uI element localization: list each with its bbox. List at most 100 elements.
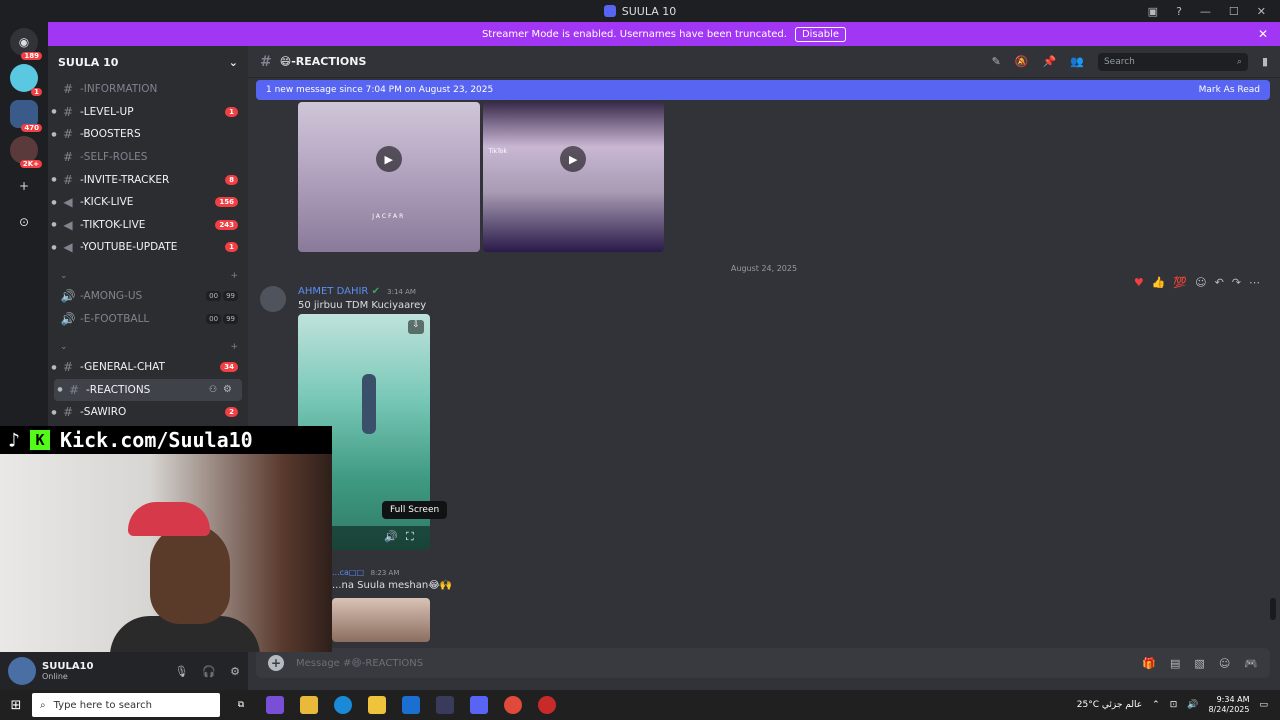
mark-as-read-button[interactable]: Mark As Read [1199, 85, 1260, 95]
category-header[interactable]: ⌄ + [48, 267, 248, 285]
maximize-button[interactable]: ☐ [1229, 5, 1239, 18]
close-window-button[interactable]: ✕ [1257, 5, 1266, 18]
search-input[interactable]: Search ⌕ [1097, 52, 1248, 71]
microphone-icon[interactable]: 🎙 [174, 665, 188, 678]
channel-item[interactable]: ● # -GENERAL-CHAT 34 [48, 356, 248, 379]
channel-item[interactable]: ● # -LEVEL-UP 1 [48, 101, 248, 124]
category-header[interactable]: ⌄ + [48, 338, 248, 356]
heart-reaction-icon[interactable]: ♥ [1134, 276, 1144, 289]
gift-icon[interactable]: 🎁 [1142, 657, 1156, 670]
notification-icon[interactable]: ▭ [1259, 700, 1268, 710]
home-button[interactable]: ◉ 189 [10, 28, 42, 60]
window-controls: ▣ ? — ☐ ✕ [1148, 0, 1280, 22]
speaker-icon: 🔊 [60, 289, 76, 304]
forward-icon[interactable]: ↷ [1232, 276, 1241, 289]
channel-item[interactable]: ● # -BOOSTERS [48, 123, 248, 146]
app-icon[interactable] [436, 696, 454, 714]
channel-item[interactable]: ● # -SAWIRO 2 [48, 401, 248, 424]
message-author[interactable]: AHMET DAHIR ✔ 3:14 AM [298, 286, 416, 297]
message-composer[interactable]: + Message #😄-REACTIONS 🎁 ▤ ▧ ☺ 🎮 [256, 648, 1270, 678]
voice-channel[interactable]: 🔊 -AMONG-US 00 99 [48, 285, 248, 308]
inbox-icon[interactable]: ▣ [1148, 5, 1158, 18]
outlook-icon[interactable] [402, 696, 420, 714]
avatar[interactable] [8, 657, 36, 685]
reaction-icon[interactable]: 💯 [1173, 276, 1187, 289]
server-icon[interactable]: 1 [10, 64, 42, 96]
gear-icon[interactable]: ⚙ [223, 384, 232, 395]
scrollbar[interactable] [1270, 598, 1276, 620]
store-icon[interactable] [368, 696, 386, 714]
copilot-icon[interactable] [266, 696, 284, 714]
add-reaction-icon[interactable]: ☺ [1195, 276, 1206, 289]
headphones-icon[interactable]: 🎧 [202, 665, 216, 678]
voice-channel[interactable]: 🔊 -E-FOOTBALL 00 99 [48, 307, 248, 330]
gif-icon[interactable]: ▤ [1170, 657, 1180, 670]
task-view-icon[interactable]: ⧉ [232, 696, 250, 714]
channel-item[interactable]: ● ◀ -KICK-LIVE 156 [48, 191, 248, 214]
settings-gear-icon[interactable]: ⚙ [230, 665, 240, 678]
weather-widget[interactable]: 25°C عالم جزئي [1077, 700, 1142, 710]
pin-icon[interactable]: 📌 [1043, 55, 1057, 68]
sticker-icon[interactable]: ▧ [1194, 657, 1204, 670]
server-icon-active[interactable]: 470 [10, 100, 42, 132]
guild-header[interactable]: SUULA 10 ⌄ [48, 46, 248, 78]
more-icon[interactable]: ⋯ [1249, 276, 1260, 289]
disable-button[interactable]: Disable [794, 26, 847, 42]
windows-start-icon[interactable]: ⊞ [0, 698, 32, 713]
avatar[interactable] [260, 286, 286, 312]
clock-date: 8/24/2025 [1208, 705, 1250, 714]
emoji-icon[interactable]: ☺ [1219, 657, 1230, 670]
author-name[interactable]: ...ca□□ [332, 568, 364, 577]
threads-icon[interactable]: ✎ [992, 55, 1001, 68]
fullscreen-icon[interactable]: ⛶ [406, 530, 414, 544]
megaphone-icon: ◀ [63, 195, 73, 210]
reply-icon[interactable]: ↶ [1215, 276, 1224, 289]
author-name[interactable]: AHMET DAHIR [298, 286, 368, 297]
upload-plus-icon[interactable]: + [268, 655, 284, 671]
hash-icon: # [62, 82, 74, 97]
network-icon[interactable]: ⊡ [1170, 700, 1178, 710]
taskbar-search-input[interactable]: ⌕ Type here to search [32, 693, 220, 717]
channel-item-active[interactable]: ● # -REACTIONS ⚇ ⚙ [54, 378, 242, 402]
discover-icon[interactable]: ⊙ [10, 208, 38, 236]
obs-icon[interactable] [538, 696, 556, 714]
minimize-button[interactable]: — [1200, 5, 1211, 18]
chevron-up-icon[interactable]: ⌃ [1152, 700, 1160, 710]
download-icon[interactable]: ⇩ [408, 320, 424, 334]
server-icon[interactable]: 2K+ [10, 136, 42, 168]
close-icon[interactable]: ✕ [1258, 27, 1268, 41]
volume-icon[interactable]: 🔊 [384, 530, 398, 543]
new-messages-bar[interactable]: 1 new message since 7:04 PM on August 23… [256, 80, 1270, 100]
channel-item[interactable]: # -SELF-ROLES [48, 146, 248, 169]
add-channel-icon[interactable]: + [230, 271, 238, 281]
video-thumbnail[interactable]: ▶ JACFAR [298, 102, 480, 252]
volume-icon[interactable]: 🔊 [1187, 700, 1198, 710]
help-icon[interactable]: ? [1176, 5, 1182, 18]
notification-bell-icon[interactable]: 🔕 [1015, 55, 1029, 68]
play-icon[interactable]: ▶ [560, 146, 587, 172]
kick-url: Kick.com/Suula10 [60, 428, 253, 452]
channel-item[interactable]: ● ◀ -YOUTUBE-UPDATE 1 [48, 236, 248, 259]
edge-icon[interactable] [334, 696, 352, 714]
apps-icon[interactable]: 🎮 [1244, 657, 1258, 670]
image-attachment[interactable] [332, 598, 430, 642]
mention-badge: 243 [215, 219, 238, 230]
thumbs-up-reaction-icon[interactable]: 👍 [1152, 276, 1166, 289]
chrome-icon[interactable] [504, 696, 522, 714]
discord-taskbar-icon[interactable] [470, 696, 488, 714]
inbox-icon[interactable]: ▮ [1262, 55, 1268, 68]
video-thumbnail[interactable]: ▶ TikTok [482, 102, 664, 252]
add-server-icon[interactable]: + [10, 172, 38, 200]
add-channel-icon[interactable]: + [230, 342, 238, 352]
channel-item[interactable]: # -INFORMATION [48, 78, 248, 101]
channel-item[interactable]: ● ◀ -TIKTOK-LIVE 243 [48, 214, 248, 237]
message-author[interactable]: ...ca□□ 8:23 AM [332, 568, 399, 577]
taskbar-clock[interactable]: 9:34 AM 8/24/2025 [1208, 695, 1249, 715]
file-explorer-icon[interactable] [300, 696, 318, 714]
member-list-icon[interactable]: 👥 [1070, 55, 1084, 68]
banner-text: Streamer Mode is enabled. Usernames have… [481, 28, 787, 40]
invite-icon[interactable]: ⚇ [209, 385, 217, 395]
channel-item[interactable]: ● # -INVITE-TRACKER 8 [48, 168, 248, 191]
play-icon[interactable]: ▶ [375, 146, 402, 172]
message-input[interactable]: Message #😄-REACTIONS [296, 658, 423, 669]
